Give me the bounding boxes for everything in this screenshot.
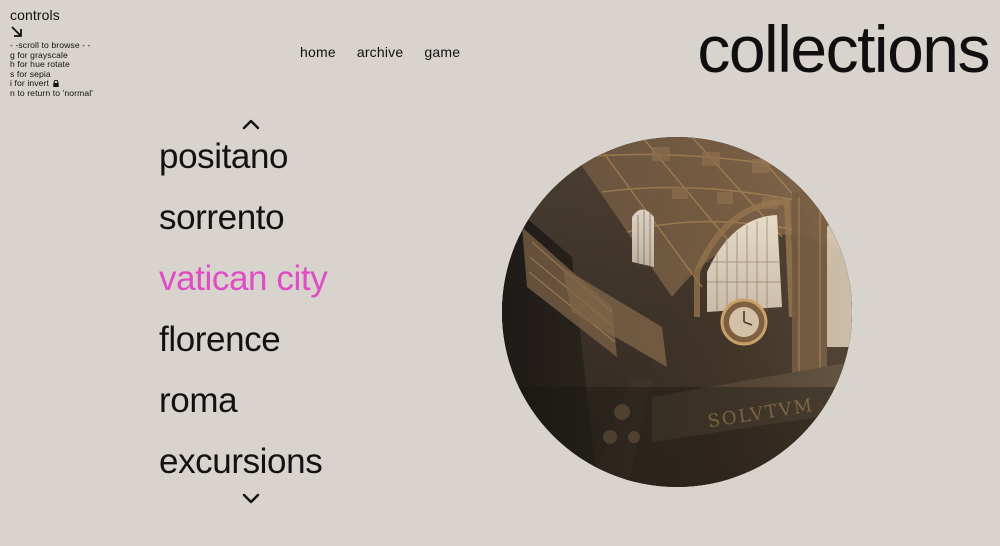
- chevron-down-icon[interactable]: [242, 493, 260, 505]
- nav-archive-link[interactable]: archive: [357, 44, 404, 60]
- controls-line-text: i for invert: [10, 78, 49, 89]
- vatican-interior-illustration: SOLVTVM: [502, 137, 852, 487]
- menu-item-vatican-city[interactable]: vatican city: [159, 257, 419, 318]
- collections-menu: positano sorrento vatican city florence …: [159, 135, 419, 501]
- menu-item-positano[interactable]: positano: [159, 135, 419, 196]
- collection-image: SOLVTVM: [502, 137, 852, 487]
- controls-panel: controls - -scroll to browse - - g for g…: [10, 8, 130, 99]
- top-nav: home archive game: [300, 44, 460, 60]
- chevron-up-icon[interactable]: [242, 118, 260, 130]
- menu-item-roma[interactable]: roma: [159, 379, 419, 440]
- menu-item-excursions[interactable]: excursions: [159, 440, 419, 501]
- nav-game-link[interactable]: game: [424, 44, 460, 60]
- arrow-down-right-icon: [11, 26, 22, 37]
- menu-item-florence[interactable]: florence: [159, 318, 419, 379]
- page-title: collections: [697, 12, 990, 86]
- lock-icon: [53, 80, 60, 88]
- controls-list: - -scroll to browse - - g for grayscale …: [10, 40, 130, 99]
- nav-home-link[interactable]: home: [300, 44, 336, 60]
- menu-item-sorrento[interactable]: sorrento: [159, 196, 419, 257]
- controls-title: controls: [10, 7, 60, 23]
- controls-line: n to return to 'normal': [10, 87, 93, 98]
